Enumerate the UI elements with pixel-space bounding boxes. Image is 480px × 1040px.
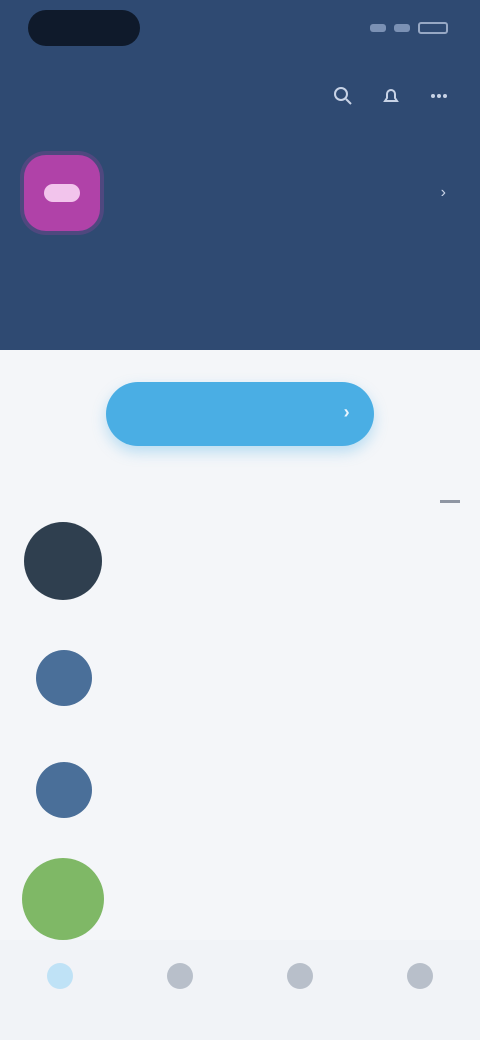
home-icon <box>47 963 73 989</box>
wifi-icon <box>394 24 410 32</box>
primary-action-button[interactable]: › <box>106 382 374 446</box>
camera-cutout <box>28 10 140 46</box>
status-bar <box>0 0 480 62</box>
profile-icon <box>407 963 433 989</box>
bottom-nav <box>0 940 480 1040</box>
list-item[interactable] <box>0 628 480 740</box>
toolbar-actions <box>332 85 450 107</box>
tab-segment-1[interactable] <box>110 493 130 501</box>
bell-icon[interactable] <box>380 85 402 107</box>
stat-item[interactable] <box>185 268 295 340</box>
nav-chart[interactable] <box>158 954 202 998</box>
item-avatar <box>36 650 92 706</box>
tab-segment-3[interactable] <box>440 492 460 503</box>
list-item[interactable] <box>0 516 480 628</box>
toolbar <box>0 70 480 122</box>
chart-icon <box>167 963 193 989</box>
wallet-icon <box>287 963 313 989</box>
item-avatar <box>22 858 104 940</box>
profile-row[interactable]: › <box>0 148 480 238</box>
segment-tabs <box>110 482 460 512</box>
status-indicators <box>370 22 448 34</box>
tab-segment-2[interactable] <box>275 493 295 501</box>
chevron-right-icon[interactable]: › <box>441 184 446 202</box>
stat-item[interactable] <box>49 268 159 340</box>
nav-home[interactable] <box>38 954 82 998</box>
search-icon[interactable] <box>332 85 354 107</box>
stat-item[interactable] <box>321 268 431 340</box>
chevron-right-icon: › <box>343 402 350 422</box>
more-icon[interactable] <box>428 85 450 107</box>
avatar-initials <box>44 184 80 202</box>
battery-icon <box>418 22 448 34</box>
stats-row <box>0 268 480 340</box>
header: › <box>0 0 480 350</box>
item-avatar <box>24 522 102 600</box>
nav-profile[interactable] <box>398 954 442 998</box>
nav-wallet[interactable] <box>278 954 322 998</box>
list-item[interactable] <box>0 740 480 852</box>
item-avatar <box>36 762 92 818</box>
signal-icon <box>370 24 386 32</box>
avatar[interactable] <box>24 155 100 231</box>
item-list <box>0 516 480 964</box>
